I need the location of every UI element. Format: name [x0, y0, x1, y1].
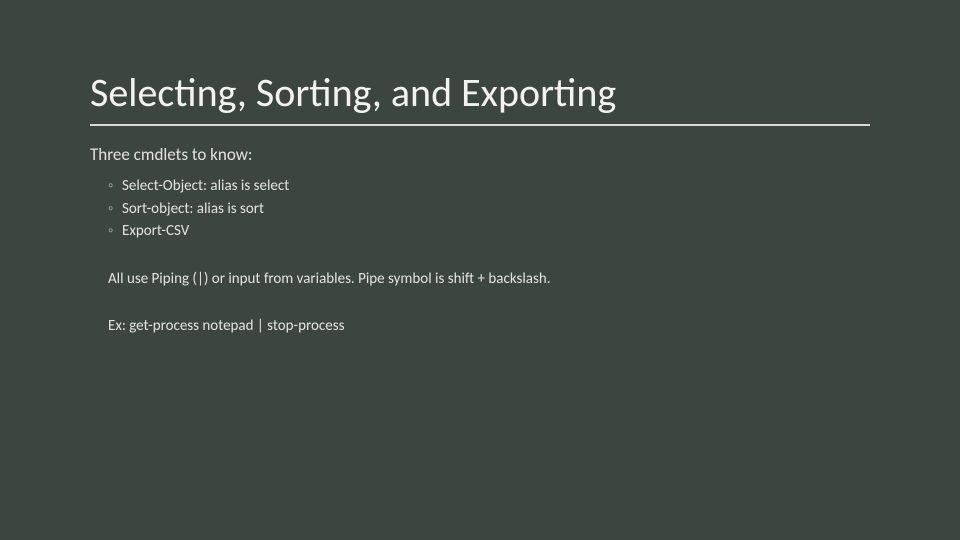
example-line: Ex: get-process notepad | stop-process	[108, 316, 870, 337]
slide: Selecting, Sorting, and Exporting Three …	[0, 0, 960, 540]
bullet-mark-icon: ◦	[108, 175, 122, 198]
slide-title: Selecting, Sorting, and Exporting	[90, 70, 870, 116]
bullet-mark-icon: ◦	[108, 220, 122, 243]
bullet-mark-icon: ◦	[108, 198, 122, 221]
list-item: ◦Export-CSV	[108, 220, 870, 243]
list-item: ◦Select-Object: alias is select	[108, 175, 870, 198]
list-item-text: Select-Object: alias is select	[122, 177, 289, 195]
intro-text: Three cmdlets to know:	[90, 144, 870, 165]
list-item: ◦Sort-object: alias is sort	[108, 198, 870, 221]
list-item-text: Sort-object: alias is sort	[122, 200, 264, 218]
bullet-list: ◦Select-Object: alias is select ◦Sort-ob…	[90, 175, 870, 243]
title-underline	[90, 124, 870, 126]
list-item-text: Export-CSV	[122, 222, 189, 240]
piping-note: All use Piping (|) or input from variabl…	[108, 269, 870, 290]
